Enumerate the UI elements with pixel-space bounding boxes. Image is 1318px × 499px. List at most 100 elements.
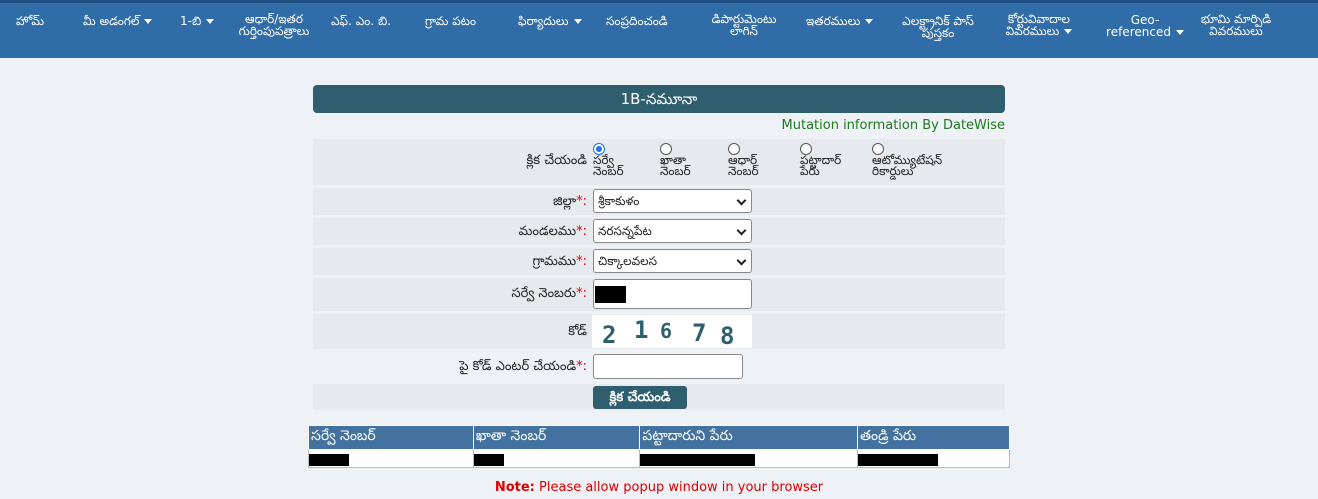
nav-item-others[interactable]: ఇతరములు	[806, 14, 874, 28]
required-mark: *:	[576, 224, 587, 239]
captcha-input[interactable]	[593, 354, 743, 379]
enter-code-row: పై కోడ్ ఎంటర్ చేయండి*:	[313, 352, 1005, 381]
cell-father-name	[857, 449, 1010, 468]
nav-item-department-login[interactable]: డిపార్టుమెంటు లాగిన్	[703, 13, 785, 37]
nav-item-electronic-passbook[interactable]: ఎలక్ట్రానిక్ పాస్ పుస్తకం	[898, 15, 978, 39]
code-label: కోడ్	[568, 324, 587, 339]
form-title: 1B-నమూనా	[313, 85, 1005, 113]
popup-note: Note: Please allow popup window in your …	[0, 480, 1318, 495]
survey-number-row: సర్వే నెంబరు*:	[313, 278, 1005, 311]
caret-down-icon	[144, 19, 153, 24]
header-father-name: తండ్రి పేరు	[857, 425, 1010, 450]
district-label-text: జిల్లా	[552, 194, 577, 209]
district-select[interactable]: శ్రీకాకుళం	[593, 189, 752, 213]
captcha-digit: 6	[660, 319, 673, 343]
nav-item-label: ఎఫ్. ఎం. బి.	[331, 14, 392, 28]
redacted-value	[309, 454, 349, 466]
click-label: క్లిక చేయండి	[526, 153, 587, 168]
nav-item-label: Geo-referenced	[1106, 13, 1171, 39]
mandal-label: మండలము*:	[519, 224, 587, 242]
nav-item-label: ఫిర్యాదులు	[518, 14, 569, 28]
radio-label: ఖాతా నెంబర్	[660, 153, 691, 178]
redacted-value	[595, 286, 626, 303]
enter-code-label-text: పై కోడ్ ఎంటర్ చేయండి	[459, 359, 577, 374]
redacted-value	[640, 454, 756, 466]
nav-item-my-adangal[interactable]: మీ అడంగల్	[83, 14, 153, 28]
table-header-row: సర్వే నెంబర్ ఖాతా నెంబర్ పట్టాదారుని పేర…	[308, 425, 1010, 450]
captcha-digit: 2	[602, 321, 617, 349]
nav-item-aadhaar-documents[interactable]: ఆధార్/ఇతర గుర్తింపుపత్రాలు	[228, 13, 320, 37]
caret-down-icon	[1175, 30, 1184, 35]
submit-button[interactable]: క్లిక చేయండి	[593, 386, 687, 409]
search-type-row: క్లిక చేయండి సర్వే నెంబర్ ఖాతా నెంబర్ ఆధ…	[313, 139, 1005, 185]
required-mark: *:	[576, 194, 587, 209]
chevron-down-icon	[736, 225, 747, 236]
nav-item-label: 1-బి	[180, 14, 202, 28]
nav-item-label: సంప్రదించండి	[606, 14, 668, 28]
required-mark: *:	[576, 254, 587, 269]
nav-item-village-map[interactable]: గ్రామ పటం	[425, 15, 476, 27]
nav-item-label: భూమి మార్పిడి వివరములు	[1200, 12, 1272, 38]
captcha-row: కోడ్ 2 1 6 7 8	[313, 314, 1005, 350]
nav-item-label: ఇతరములు	[806, 14, 861, 28]
header-survey-number: సర్వే నెంబర్	[308, 425, 474, 450]
chevron-down-icon	[736, 255, 747, 266]
caret-down-icon	[573, 19, 582, 24]
redacted-value	[858, 454, 939, 466]
mutation-datewise-link[interactable]: Mutation information By DateWise	[700, 118, 1005, 133]
village-label: గ్రామము*:	[533, 254, 587, 272]
note-text: Please allow popup window in your browse…	[534, 480, 824, 495]
captcha-digit: 7	[692, 319, 707, 347]
nav-item-label: గ్రామ పటం	[425, 14, 477, 28]
mandal-select[interactable]: నరసన్నపేట	[593, 219, 752, 243]
nav-item-court-disputes[interactable]: కోర్టువివాదాల వివరములు	[996, 13, 1082, 37]
captcha-image: 2 1 6 7 8	[592, 315, 752, 350]
nav-item-1b[interactable]: 1-బి	[180, 14, 215, 28]
captcha-digit: 1	[634, 316, 649, 344]
village-selected-value: చిక్కాలవలస	[598, 254, 658, 268]
top-nav-bar: హోమ్ మీ అడంగల్ 1-బి ఆధార్/ఇతర గుర్తింపుప…	[0, 0, 1318, 58]
radio-label: సర్వే నెంబర్	[593, 153, 624, 178]
mandal-row: మండలము*: నరసన్నపేట	[313, 218, 1005, 245]
district-row: జిల్లా*: శ్రీకాకుళం	[313, 188, 1005, 215]
submit-row: క్లిక చేయండి	[313, 384, 1005, 410]
caret-down-icon	[1064, 29, 1073, 34]
nav-item-label: మీ అడంగల్	[83, 14, 140, 28]
mandal-label-text: మండలము	[518, 224, 577, 239]
captcha-digit: 8	[720, 322, 735, 350]
survey-number-input[interactable]	[593, 279, 752, 309]
nav-item-land-conversion[interactable]: భూమి మార్పిడి వివరములు	[1200, 13, 1272, 37]
required-mark: *:	[576, 286, 587, 301]
nav-item-label: డిపార్టుమెంటు లాగిన్	[711, 12, 777, 38]
nav-item-complaints[interactable]: ఫిర్యాదులు	[518, 15, 582, 27]
radio-label: ఆధార్ నెంబర్	[728, 153, 759, 178]
header-khata-number: ఖాతా నెంబర్	[472, 425, 641, 450]
nav-item-geo-referenced[interactable]: Geo-referenced	[1100, 14, 1190, 38]
header-pattadar-name: పట్టాదారుని పేరు	[639, 425, 859, 450]
survey-label-text: సర్వే నెంబరు	[511, 286, 577, 301]
chevron-down-icon	[736, 195, 747, 206]
enter-code-label: పై కోడ్ ఎంటర్ చేయండి*:	[459, 359, 587, 377]
district-label: జిల్లా*:	[553, 194, 587, 212]
nav-item-home[interactable]: హోమ్	[16, 15, 44, 27]
caret-down-icon	[865, 19, 874, 24]
radio-label: పట్టాదార్ పేరు	[800, 153, 842, 178]
redacted-value	[473, 454, 504, 466]
village-select[interactable]: చిక్కాలవలస	[593, 249, 752, 273]
nav-item-label: ఆధార్/ఇతర గుర్తింపుపత్రాలు	[238, 12, 310, 38]
table-row[interactable]	[308, 449, 1010, 468]
village-label-text: గ్రామము	[532, 254, 577, 269]
nav-item-contact[interactable]: సంప్రదించండి	[606, 15, 668, 27]
cell-pattadar-name	[639, 449, 859, 468]
cell-khata-number	[472, 449, 641, 468]
village-row: గ్రామము*: చిక్కాలవలస	[313, 248, 1005, 275]
nav-item-label: హోమ్	[16, 14, 45, 28]
nav-item-label: ఎలక్ట్రానిక్ పాస్ పుస్తకం	[902, 14, 974, 40]
note-prefix: Note:	[494, 480, 535, 495]
cell-survey-number	[308, 449, 474, 468]
mandal-selected-value: నరసన్నపేట	[598, 224, 652, 238]
district-selected-value: శ్రీకాకుళం	[598, 194, 640, 208]
caret-down-icon	[206, 19, 215, 24]
nav-item-fmb[interactable]: ఎఫ్. ఎం. బి.	[331, 15, 391, 27]
survey-number-label: సర్వే నెంబరు*:	[512, 286, 588, 304]
